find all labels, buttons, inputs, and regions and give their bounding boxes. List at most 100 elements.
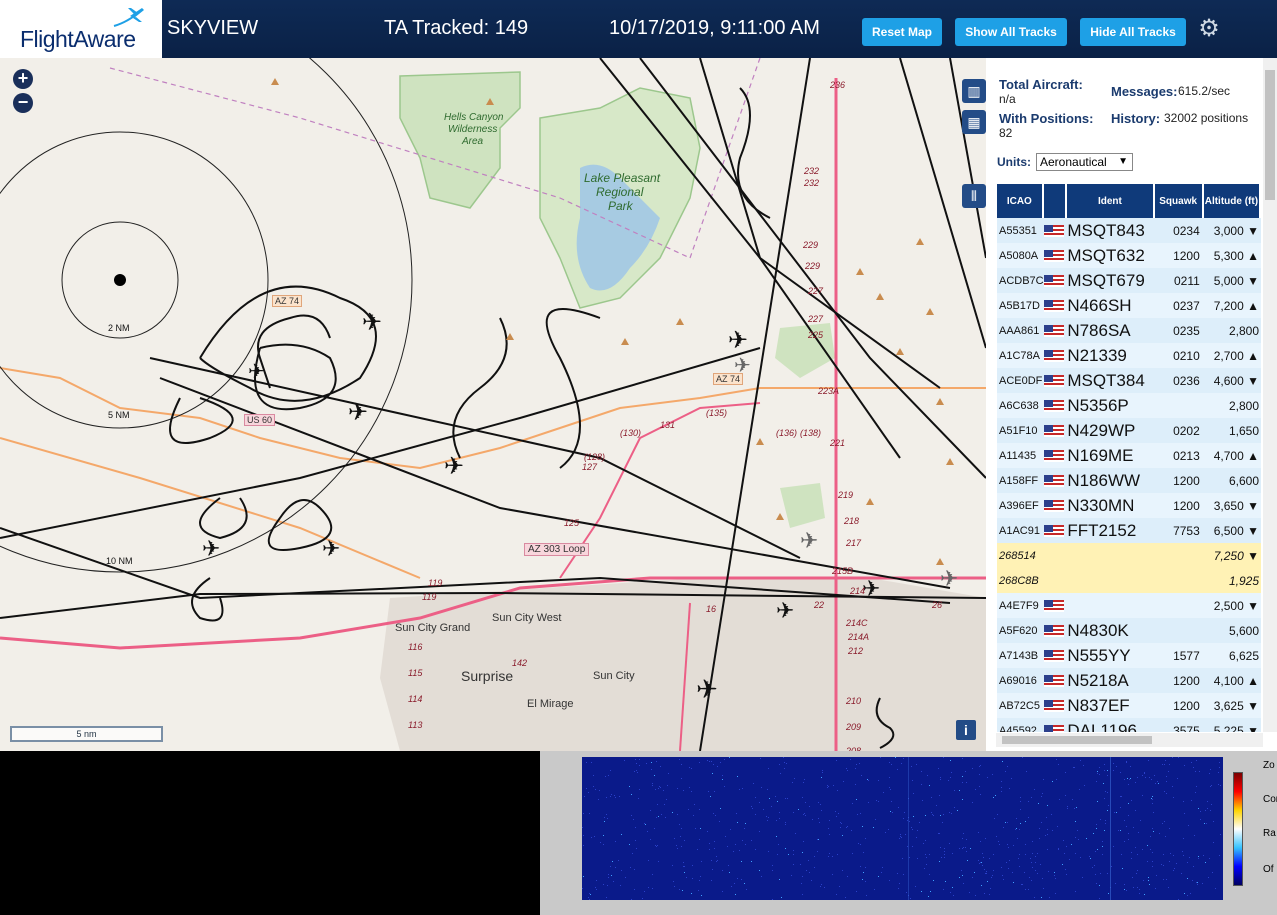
us-flag-icon xyxy=(1043,325,1064,338)
road-number-label: 221 xyxy=(830,438,846,448)
aircraft-table-container[interactable]: ICAO Ident Squawk Altitude (ft) A55351 MS… xyxy=(997,184,1261,732)
map-layers-icon[interactable]: ▥ xyxy=(962,79,986,103)
history-label: History: xyxy=(1111,111,1161,126)
ident-cell: N555YY xyxy=(1067,645,1131,665)
road-number-label: 115 xyxy=(408,668,423,678)
zoom-in-button[interactable]: + xyxy=(13,69,33,89)
ident-cell: N5218A xyxy=(1067,670,1129,690)
table-row[interactable]: ACDB7C MSQT679 0211 5,000 ▼ xyxy=(997,268,1261,293)
waterfall-display[interactable] xyxy=(582,757,1223,900)
ident-cell: MSQT632 xyxy=(1067,245,1145,265)
squawk-cell xyxy=(1155,393,1204,418)
zoom-out-button[interactable]: − xyxy=(13,93,33,113)
hide-all-tracks-button[interactable]: Hide All Tracks xyxy=(1080,18,1186,46)
icao-cell: A1AC91 xyxy=(999,524,1040,537)
table-row[interactable]: A45592 DAL1196 3575 5,225 ▼ xyxy=(997,718,1261,732)
ident-cell: MSQT384 xyxy=(1067,370,1145,390)
columns-icon[interactable]: ⦀ xyxy=(962,184,986,208)
aircraft-icon[interactable]: ✈ xyxy=(800,529,818,554)
range-label: 5 NM xyxy=(108,410,130,420)
aircraft-icon[interactable]: ✈ xyxy=(248,359,265,383)
aircraft-icon[interactable]: ✈ xyxy=(940,567,958,592)
flightaware-logo[interactable]: FlightAware xyxy=(0,0,162,58)
road-number-label: 227 xyxy=(808,314,824,324)
table-row[interactable]: A7143B N555YY 1577 6,625 xyxy=(997,643,1261,668)
table-horizontal-scrollbar[interactable] xyxy=(996,733,1263,747)
table-row[interactable]: A55351 MSQT843 0234 3,000 ▼ xyxy=(997,218,1261,243)
column-header-squawk[interactable]: Squawk xyxy=(1154,184,1204,218)
table-row[interactable]: A4E7F9 2,500 ▼ xyxy=(997,593,1261,618)
flag-cell xyxy=(1044,568,1068,593)
aircraft-icon[interactable]: ✈ xyxy=(362,308,382,336)
table-row[interactable]: A158FF N186WW 1200 6,600 xyxy=(997,468,1261,493)
altitude-cell: 7,200 ▲ xyxy=(1213,298,1259,313)
ident-cell: N4830K xyxy=(1067,620,1129,640)
road-number-label: 214 xyxy=(850,586,866,596)
show-all-tracks-button[interactable]: Show All Tracks xyxy=(955,18,1067,46)
aircraft-icon[interactable]: ✈ xyxy=(776,599,794,624)
table-row[interactable]: A5F620 N4830K 5,600 xyxy=(997,618,1261,643)
us-flag-icon xyxy=(1043,725,1064,732)
ident-cell: MSQT843 xyxy=(1067,220,1145,240)
icao-cell: A158FF xyxy=(999,474,1039,487)
flag-cell xyxy=(1043,693,1068,718)
table-vertical-scrollbar[interactable] xyxy=(1263,58,1277,732)
squawk-cell: 0202 xyxy=(1173,423,1200,438)
units-select[interactable]: Aeronautical ▼ xyxy=(1036,153,1133,171)
icao-cell: A69016 xyxy=(999,674,1037,687)
squawk-cell xyxy=(1155,593,1204,618)
grid-icon[interactable]: ▦ xyxy=(962,110,986,134)
road-number-label: 119 xyxy=(428,578,443,588)
us-flag-icon xyxy=(1043,525,1064,538)
altitude-cell: 2,800 xyxy=(1228,398,1259,413)
table-row[interactable]: A69016 N5218A 1200 4,100 ▲ xyxy=(997,668,1261,693)
reset-map-button[interactable]: Reset Map xyxy=(862,18,942,46)
map-label: Park xyxy=(608,199,633,213)
table-header-row: ICAO Ident Squawk Altitude (ft) xyxy=(997,184,1261,218)
tracked-count: TA Tracked: 149 xyxy=(384,17,529,39)
aircraft-icon[interactable]: ✈ xyxy=(444,452,464,480)
scrollbar-thumb[interactable] xyxy=(1265,70,1275,200)
column-header-ident[interactable]: Ident xyxy=(1067,184,1155,218)
table-row[interactable]: A51F10 N429WP 0202 1,650 xyxy=(997,418,1261,443)
column-header-icao[interactable]: ICAO xyxy=(997,184,1044,218)
altitude-cell: 5,225 ▼ xyxy=(1213,723,1259,733)
aircraft-icon[interactable]: ✈ xyxy=(348,398,368,426)
table-row[interactable]: AAA861 N786SA 0235 2,800 xyxy=(997,318,1261,343)
icao-cell: A45592 xyxy=(999,724,1037,733)
table-row[interactable]: 268514 7,250 ▼ xyxy=(997,543,1261,568)
aircraft-icon[interactable]: ✈ xyxy=(696,675,718,705)
altitude-cell: 7,250 ▼ xyxy=(1213,548,1259,563)
map-label: Sun City West xyxy=(492,612,562,624)
gear-icon[interactable]: ⚙ xyxy=(1196,16,1222,42)
table-row[interactable]: A5080A MSQT632 1200 5,300 ▲ xyxy=(997,243,1261,268)
flag-cell xyxy=(1043,268,1068,293)
table-row[interactable]: AB72C5 N837EF 1200 3,625 ▼ xyxy=(997,693,1261,718)
table-row[interactable]: A11435 N169ME 0213 4,700 ▲ xyxy=(997,443,1261,468)
table-row[interactable]: ACE0DF MSQT384 0236 4,600 ▼ xyxy=(997,368,1261,393)
icao-cell: AAA861 xyxy=(999,324,1040,337)
table-row[interactable]: A6C638 N5356P 2,800 xyxy=(997,393,1261,418)
aircraft-icon[interactable]: ✈ xyxy=(322,537,340,562)
aircraft-icon[interactable]: ✈ xyxy=(202,537,220,562)
aircraft-icon[interactable]: ✈ xyxy=(728,326,748,354)
table-row[interactable]: 268C8B 1,925 xyxy=(997,568,1261,593)
scrollbar-thumb[interactable] xyxy=(1002,736,1152,744)
table-row[interactable]: A1AC91 FFT2152 7753 6,500 ▼ xyxy=(997,518,1261,543)
us-flag-icon xyxy=(1043,400,1064,413)
table-row[interactable]: A396EF N330MN 1200 3,650 ▼ xyxy=(997,493,1261,518)
map-canvas[interactable]: ✈ ✈ ✈ ✈ ✈ ✈ ✈ ✈ ✈ ✈ ✈ ✈ ✈ xyxy=(0,58,986,751)
map-view[interactable]: ✈ ✈ ✈ ✈ ✈ ✈ ✈ ✈ ✈ ✈ ✈ ✈ ✈ Hells Canyon W… xyxy=(0,58,986,751)
map-label: Sun City Grand xyxy=(395,622,471,634)
road-number-label: 116 xyxy=(408,642,423,652)
info-icon[interactable]: i xyxy=(956,720,976,740)
column-header-altitude[interactable]: Altitude (ft) xyxy=(1203,184,1261,218)
table-row[interactable]: A1C78A N21339 0210 2,700 ▲ xyxy=(997,343,1261,368)
icao-cell: A1C78A xyxy=(999,349,1040,362)
road-number-label: 26 xyxy=(932,600,943,610)
ident-cell: N169ME xyxy=(1067,445,1134,465)
column-header-flag[interactable] xyxy=(1043,184,1068,218)
hells-canyon-area xyxy=(399,71,521,209)
icao-cell: A396EF xyxy=(999,499,1039,512)
table-row[interactable]: A5B17D N466SH 0237 7,200 ▲ xyxy=(997,293,1261,318)
